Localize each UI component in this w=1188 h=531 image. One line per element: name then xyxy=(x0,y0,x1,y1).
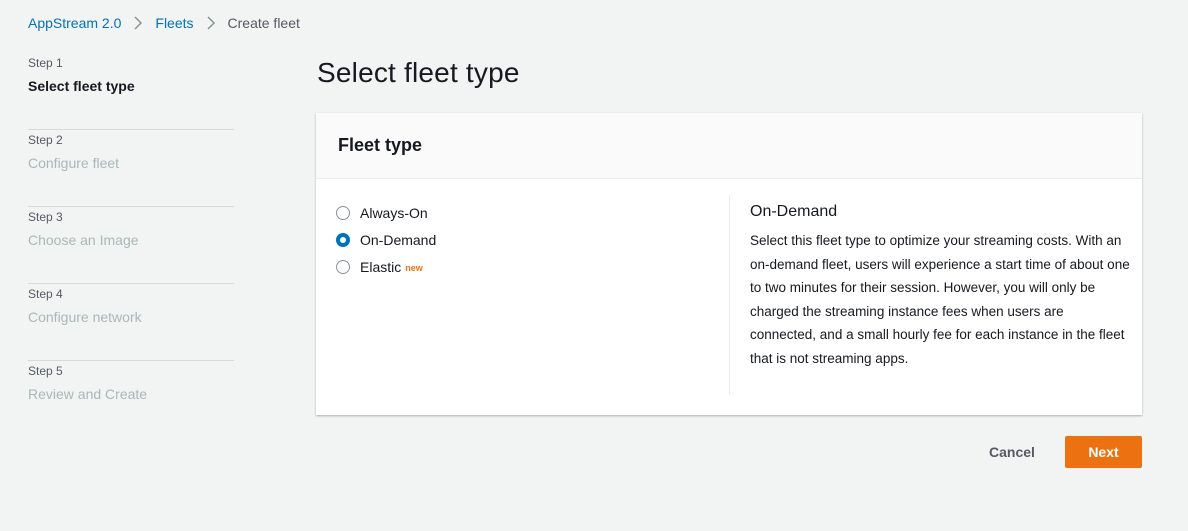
fleet-type-panel: Fleet type Always-On On-Demand Elastic n… xyxy=(316,113,1142,415)
step-select-fleet-type: Step 1 Select fleet type xyxy=(28,53,234,130)
fleet-option-elastic[interactable]: Elastic new xyxy=(336,253,436,280)
radio-elastic[interactable] xyxy=(336,259,350,274)
step-title: Choose an Image xyxy=(28,232,139,248)
step-configure-network: Step 4 Configure network xyxy=(28,284,234,361)
step-number: Step 1 xyxy=(28,56,63,70)
page-title: Select fleet type xyxy=(317,57,520,88)
fleet-type-description: On-Demand Select this fleet type to opti… xyxy=(750,201,1130,370)
step-review-create: Step 5 Review and Create xyxy=(28,361,234,438)
step-title: Configure fleet xyxy=(28,155,120,171)
radio-on-demand[interactable] xyxy=(336,232,350,247)
fleet-option-always-on[interactable]: Always-On xyxy=(336,199,436,226)
fleet-option-on-demand[interactable]: On-Demand xyxy=(336,226,436,253)
vertical-divider xyxy=(729,195,730,395)
step-configure-fleet: Step 2 Configure fleet xyxy=(28,130,234,207)
chevron-right-icon xyxy=(131,16,145,30)
breadcrumb-current: Create fleet xyxy=(227,15,300,31)
new-badge: new xyxy=(405,262,423,273)
step-title: Select fleet type xyxy=(28,78,135,94)
fleet-type-radio-group: Always-On On-Demand Elastic new xyxy=(336,199,436,280)
description-title: On-Demand xyxy=(750,203,838,220)
chevron-right-icon xyxy=(204,16,218,30)
step-number: Step 2 xyxy=(28,133,63,147)
cancel-button[interactable]: Cancel xyxy=(974,436,1050,468)
breadcrumb: AppStream 2.0 Fleets Create fleet xyxy=(28,13,300,33)
step-number: Step 3 xyxy=(28,210,63,224)
step-title: Review and Create xyxy=(28,386,148,402)
radio-always-on[interactable] xyxy=(336,205,350,220)
breadcrumb-appstream[interactable]: AppStream 2.0 xyxy=(28,15,121,31)
step-title: Configure network xyxy=(28,309,142,325)
option-label: Always-On xyxy=(360,204,428,221)
panel-body: Always-On On-Demand Elastic new On-Deman… xyxy=(316,179,1142,415)
step-number: Step 5 xyxy=(28,364,63,378)
wizard-steps: Step 1 Select fleet type Step 2 Configur… xyxy=(28,53,234,438)
description-text: Select this fleet type to optimize your … xyxy=(750,233,1130,366)
panel-header: Fleet type xyxy=(316,113,1142,179)
option-label: Elastic xyxy=(360,258,402,275)
step-choose-image: Step 3 Choose an Image xyxy=(28,207,234,284)
option-label: On-Demand xyxy=(360,231,437,248)
breadcrumb-fleets[interactable]: Fleets xyxy=(155,15,193,31)
next-button[interactable]: Next xyxy=(1065,436,1142,468)
step-number: Step 4 xyxy=(28,287,63,301)
